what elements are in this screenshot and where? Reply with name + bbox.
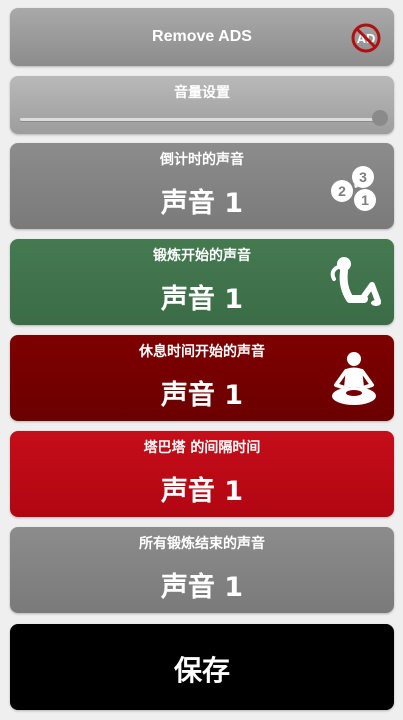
svg-text:2: 2 (338, 183, 346, 199)
remove-ads-button[interactable]: Remove ADS AD (10, 8, 394, 66)
volume-label: 音量设置 (174, 85, 230, 101)
workout-start-sound-button[interactable]: 锻炼开始的声音 声音 1 (10, 239, 394, 325)
save-label: 保存 (173, 654, 230, 687)
volume-settings: 音量设置 (10, 76, 394, 134)
meditation-rest-icon (332, 352, 376, 405)
svg-text:3: 3 (359, 169, 367, 185)
tabata-interval-sound-button[interactable]: 塔巴塔 的间隔时间 声音 1 (10, 431, 394, 517)
no-ads-icon: AD (351, 23, 381, 53)
volume-slider-knob[interactable] (372, 110, 388, 126)
svg-text:1: 1 (361, 192, 369, 208)
tabata-interval-sound-title: 塔巴塔 的间隔时间 (143, 440, 261, 456)
countdown-bubbles-icon: 3 2 1 (331, 166, 376, 211)
situp-exercise-icon (330, 257, 381, 306)
remove-ads-label: Remove ADS (152, 28, 252, 45)
save-button[interactable]: 保存 (10, 624, 394, 710)
rest-start-sound-button[interactable]: 休息时间开始的声音 声音 1 (10, 335, 394, 421)
tabata-interval-sound-value: 声音 1 (160, 476, 244, 507)
volume-slider-track[interactable] (20, 118, 380, 121)
all-workouts-end-sound-title: 所有锻炼结束的声音 (139, 536, 265, 552)
all-workouts-end-sound-value: 声音 1 (160, 572, 244, 603)
countdown-sound-button[interactable]: 倒计时的声音 声音 1 3 2 1 (10, 143, 394, 229)
all-workouts-end-sound-button[interactable]: 所有锻炼结束的声音 声音 1 (10, 527, 394, 613)
